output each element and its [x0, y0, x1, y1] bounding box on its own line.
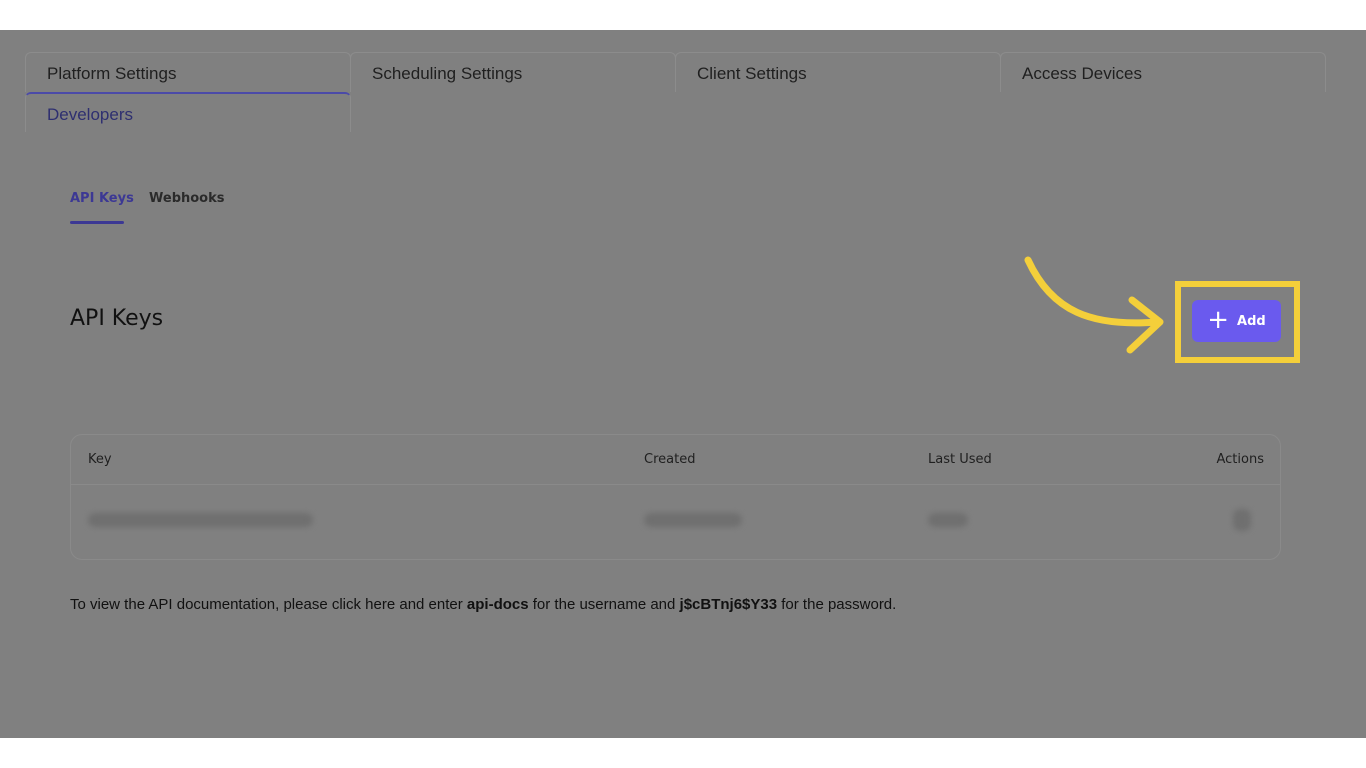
blurred-last-used [928, 513, 968, 527]
api-docs-note: To view the API documentation, please cl… [70, 596, 896, 613]
blurred-created-date [644, 513, 742, 527]
tab-developers[interactable]: Developers [25, 92, 351, 132]
blurred-key [88, 513, 313, 527]
blurred-delete-icon[interactable] [1233, 509, 1251, 531]
curved-arrow-icon [1024, 256, 1164, 354]
docs-password: j$cBTnj6$Y33 [679, 596, 778, 613]
note-middle: for the username and [528, 596, 680, 613]
add-button-label: Add [1237, 313, 1266, 329]
column-header-actions: Actions [1216, 452, 1265, 467]
settings-page: Platform Settings Scheduling Settings Cl… [0, 30, 1366, 738]
table-header: Key Created Last Used Actions [71, 435, 1280, 485]
column-header-key: Key [88, 452, 112, 467]
api-keys-table: Key Created Last Used Actions [70, 434, 1281, 560]
subtab-api-keys[interactable]: API Keys [70, 191, 134, 206]
tab-client-settings[interactable]: Client Settings [675, 52, 1001, 92]
active-subtab-indicator [70, 221, 124, 224]
docs-username: api-docs [466, 596, 529, 613]
subtab-webhooks[interactable]: Webhooks [149, 191, 225, 206]
note-suffix: for the password. [777, 596, 897, 613]
add-api-key-button[interactable]: + Add [1192, 300, 1281, 342]
column-header-last-used: Last Used [928, 452, 992, 467]
page-title: API Keys [70, 306, 164, 331]
note-prefix: To view the API documentation, please cl… [70, 596, 467, 613]
plus-icon: + [1207, 304, 1230, 335]
tab-access-devices[interactable]: Access Devices [1000, 52, 1326, 92]
tab-platform-settings[interactable]: Platform Settings [25, 52, 351, 92]
tab-scheduling-settings[interactable]: Scheduling Settings [350, 52, 676, 92]
column-header-created: Created [644, 452, 696, 467]
